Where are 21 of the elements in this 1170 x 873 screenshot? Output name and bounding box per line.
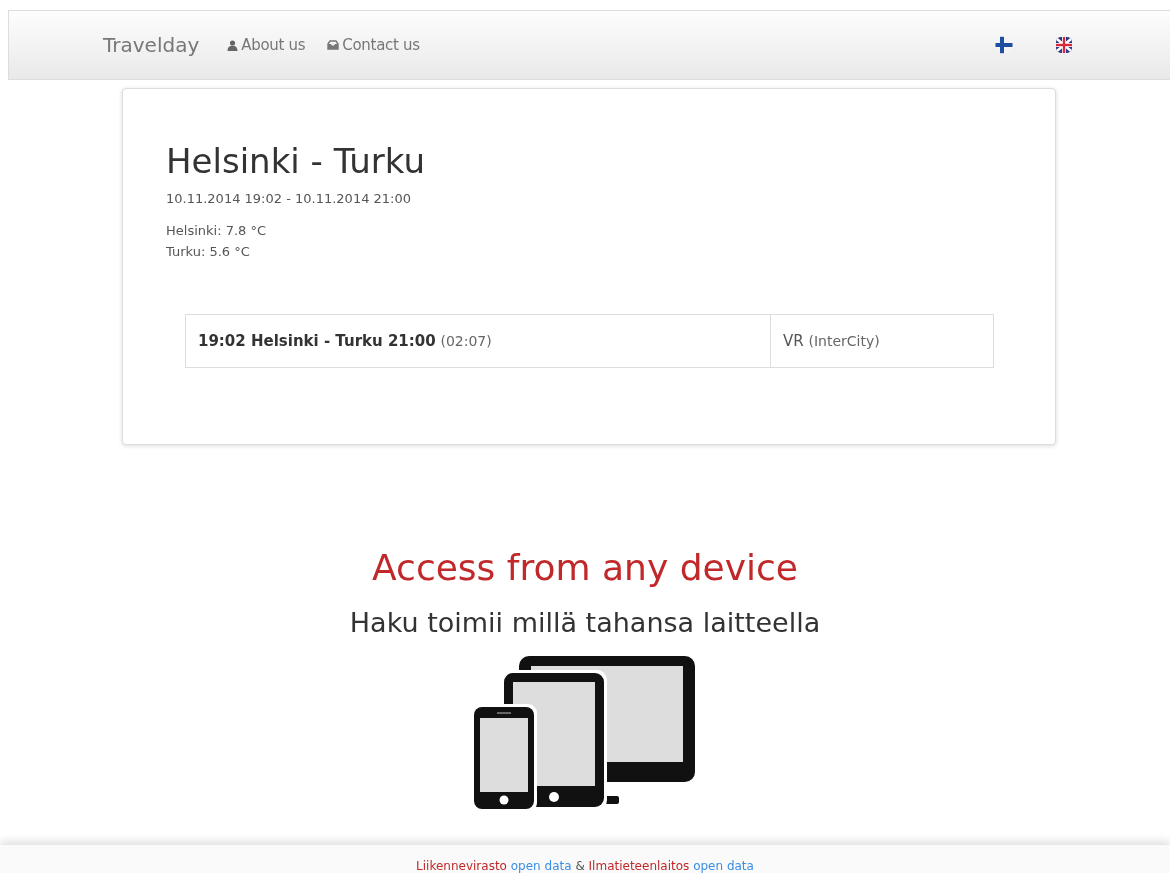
nav-link[interactable]: About us: [227, 36, 306, 54]
table-cell: VR (InterCity): [770, 314, 994, 368]
flag-icon[interactable]: [995, 36, 1013, 54]
route-title: Helsinki - Turku: [166, 140, 426, 183]
user-icon: [227, 39, 239, 51]
date-range: 10.11.2014 19:02 - 10.11.2014 21:00: [166, 191, 412, 206]
table-cell: 19:02 Helsinki - Turku 21:00 (02:07): [185, 314, 771, 368]
open-data-link[interactable]: open data: [510, 859, 572, 873]
source-link[interactable]: Ilmatieteenlaitos: [588, 859, 690, 873]
open-data-link[interactable]: open data: [693, 859, 754, 873]
devices-icon: [471, 656, 695, 812]
nav-link[interactable]: Contact us: [327, 36, 420, 54]
ampersand-text: &: [575, 859, 585, 873]
envelope-icon: [327, 40, 340, 50]
brand-link[interactable]: Travelday: [103, 33, 200, 57]
promo-subheading: Haku toimii millä tahansa laitteella: [349, 607, 821, 638]
promo-heading: Access from any device: [372, 546, 798, 590]
flag-icon[interactable]: [1055, 36, 1073, 54]
weather-text: Helsinki: 7.8 °C: [166, 222, 268, 240]
weather-text: Turku: 5.6 °C: [166, 243, 251, 261]
source-link[interactable]: Liikennevirasto: [416, 859, 507, 873]
